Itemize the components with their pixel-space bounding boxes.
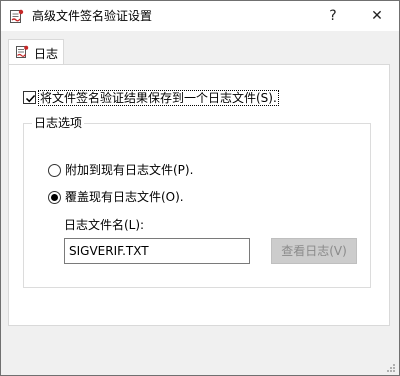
radio-selected-dot [51,194,58,201]
help-button[interactable]: ? [311,1,355,31]
title-bar[interactable]: 高级文件签名验证设置 ? ✕ [1,1,399,31]
append-label[interactable]: 附加到现有日志文件(P). [65,163,193,178]
overwrite-radio[interactable] [48,191,61,204]
resize-grip-icon[interactable] [386,362,396,372]
checkmark-icon [25,94,36,103]
save-to-log-label[interactable]: 将文件签名验证结果保存到一个日志文件(S). [38,90,279,106]
tab-log[interactable]: 日志 [8,39,64,65]
overwrite-label[interactable]: 覆盖现有日志文件(O). [65,190,184,205]
log-options-title: 日志选项 [32,115,85,131]
window-title: 高级文件签名验证设置 [32,9,153,23]
log-filename-label: 日志文件名(L): [64,218,145,232]
tab-strip: 日志 [1,31,399,67]
dialog-window: 高级文件签名验证设置 ? ✕ 日志 将文件签名验证结果保存到一个日志文件(S).… [0,0,400,376]
log-filename-input[interactable] [64,238,250,264]
help-icon: ? [329,8,337,24]
log-icon [15,45,29,59]
close-icon: ✕ [371,8,383,24]
signature-verify-icon [9,9,24,24]
save-to-log-checkbox[interactable] [23,91,36,104]
tab-log-label: 日志 [34,47,59,61]
append-radio[interactable] [48,164,61,177]
log-options-group: 日志选项 附加到现有日志文件(P). 覆盖现有日志文件(O). 日志文件名(L)… [23,115,371,288]
view-log-button[interactable]: 查看日志(V) [271,238,357,264]
close-button[interactable]: ✕ [355,1,399,31]
log-tab-panel: 将文件签名验证结果保存到一个日志文件(S). 日志选项 附加到现有日志文件(P)… [8,64,390,326]
